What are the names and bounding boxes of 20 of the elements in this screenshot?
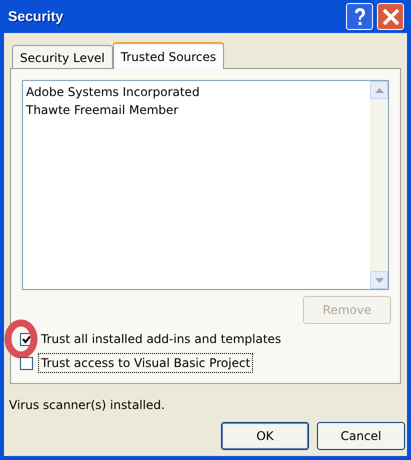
sources-list[interactable]: Adobe Systems Incorporated Thawte Freemail Member — [22, 80, 389, 290]
dialog-button[interactable]: Cancel — [317, 422, 405, 450]
window-title: Security — [8, 7, 64, 26]
help-button[interactable] — [346, 3, 373, 30]
tab[interactable]: Trusted Sources — [112, 42, 224, 69]
dialog-button[interactable]: OK — [221, 422, 309, 450]
scrollbar[interactable] — [370, 81, 388, 289]
status-text: Virus scanner(s) installed. — [9, 397, 166, 414]
checkbox-label[interactable]: Trust access to Visual Basic Project — [38, 353, 254, 373]
close-icon — [382, 8, 400, 26]
close-button[interactable] — [377, 3, 404, 30]
scroll-down-button[interactable] — [370, 271, 388, 289]
list-item[interactable]: Adobe Systems Incorporated — [26, 83, 367, 101]
scroll-up-button[interactable] — [370, 81, 388, 99]
checkbox[interactable] — [20, 356, 33, 370]
tab[interactable]: Security Level — [12, 45, 113, 68]
list-item[interactable]: Thawte Freemail Member — [26, 101, 367, 119]
checkbox-label[interactable]: Trust all installed add-ins and templates — [38, 329, 284, 349]
down-arrow-icon — [374, 278, 384, 282]
up-arrow-icon — [374, 88, 384, 92]
